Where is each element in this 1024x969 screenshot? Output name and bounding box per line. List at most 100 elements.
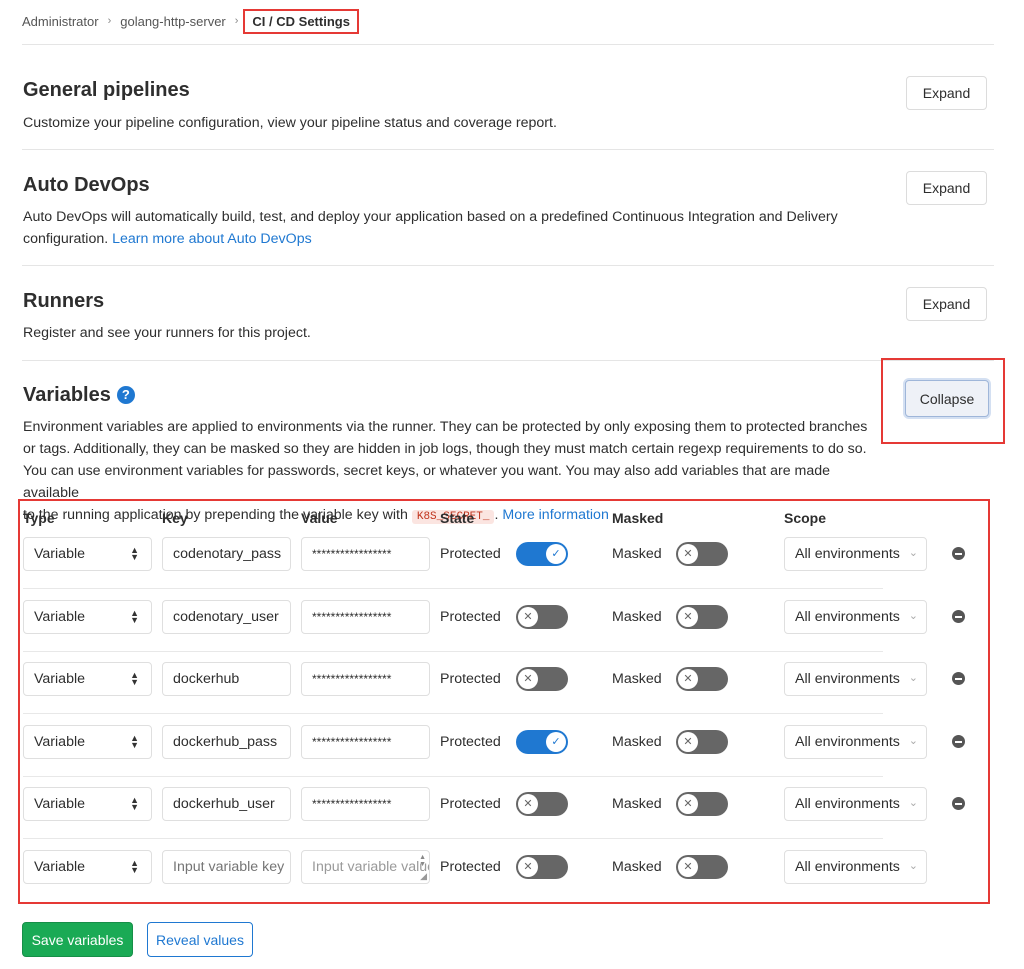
variable-type-value: Variable [34,796,85,812]
variable-type-value: Variable [34,671,85,687]
variable-key-input[interactable]: codenotary_pass [162,537,291,571]
protected-toggle[interactable]: ✕ [516,667,568,691]
environment-scope-select[interactable]: All environments ⌄ [784,600,927,634]
variable-value-input[interactable]: ***************** [301,600,430,634]
environment-scope-select[interactable]: All environments ⌄ [784,787,927,821]
resize-handle-icon[interactable]: ◢ [420,871,427,882]
remove-variable-icon[interactable] [952,797,965,810]
masked-toggle[interactable]: ✕ [676,730,728,754]
close-icon: ✕ [678,607,698,627]
masked-toggle[interactable]: ✕ [676,667,728,691]
breadcrumb-current[interactable]: CI / CD Settings [243,8,359,34]
variable-type-select[interactable]: Variable ▲ ▼ [23,600,152,634]
learn-more-auto-devops-link[interactable]: Learn more about Auto DevOps [112,231,312,247]
column-header-scope: Scope [784,510,827,526]
expand-runners-button[interactable]: Expand [906,287,987,321]
scope-value: All environments [795,671,900,687]
masked-label: Masked [612,734,662,750]
scope-value: All environments [795,859,900,875]
check-icon: ✓ [546,732,566,752]
expand-auto-devops-button[interactable]: Expand [906,171,987,205]
remove-variable-icon[interactable] [952,547,965,560]
section-desc-auto-devops: Auto DevOps will automatically build, te… [23,206,883,250]
variable-value-input[interactable]: ***************** [301,725,430,759]
breadcrumb-item-administrator[interactable]: Administrator [22,14,99,29]
section-desc-general-pipelines: Customize your pipeline configuration, v… [23,115,557,131]
variable-value-input[interactable]: ***************** [301,537,430,571]
masked-label: Masked [612,859,662,875]
auto-devops-desc-line1: Auto DevOps will automatically build, te… [23,209,838,225]
section-title-auto-devops: Auto DevOps [23,174,150,196]
breadcrumb: Administrator › golang-http-server › CI … [22,8,359,34]
column-header-masked: Masked [612,510,664,526]
column-header-state: State [440,510,475,526]
collapse-variables-button[interactable]: Collapse [905,380,989,417]
variable-key-input[interactable]: dockerhub_user [162,787,291,821]
variable-key-input[interactable]: dockerhub_pass [162,725,291,759]
save-variables-button[interactable]: Save variables [22,922,133,957]
chevron-down-icon: ⌄ [908,547,918,559]
masked-toggle[interactable]: ✕ [676,792,728,816]
variable-key-input[interactable]: dockerhub [162,662,291,696]
expand-general-pipelines-button[interactable]: Expand [906,76,987,110]
variable-type-value: Variable [34,734,85,750]
check-icon: ✓ [546,544,566,564]
column-header-type: Type [23,510,55,526]
chevron-down-icon: ⌄ [908,735,918,747]
masked-toggle[interactable]: ✕ [676,605,728,629]
divider [22,149,994,150]
protected-toggle[interactable]: ✓ [516,542,568,566]
masked-toggle[interactable]: ✕ [676,542,728,566]
question-circle-icon[interactable]: ? [116,386,135,404]
remove-variable-icon[interactable] [952,672,965,685]
protected-toggle[interactable]: ✕ [516,855,568,879]
variable-type-select[interactable]: Variable ▲ ▼ [23,787,152,821]
variable-type-select[interactable]: Variable ▲ ▼ [23,662,152,696]
variable-key-input[interactable]: codenotary_user [162,600,291,634]
protected-toggle[interactable]: ✕ [516,792,568,816]
scope-value: All environments [795,734,900,750]
protected-toggle[interactable]: ✓ [516,730,568,754]
masked-label: Masked [612,609,662,625]
masked-toggle[interactable]: ✕ [676,855,728,879]
row-divider [23,713,883,714]
breadcrumb-item-project[interactable]: golang-http-server [120,14,226,29]
row-divider [23,651,883,652]
chevron-down-icon: ⌄ [908,860,918,872]
variable-value-input[interactable]: ***************** [301,787,430,821]
environment-scope-select[interactable]: All environments ⌄ [784,537,927,571]
sort-arrows-icon: ▲ ▼ [130,545,139,562]
environment-scope-select[interactable]: All environments ⌄ [784,850,927,884]
masked-label: Masked [612,796,662,812]
new-variable-value-input[interactable]: Input variable value ▲ ▼ ◢ [301,850,430,884]
environment-scope-select[interactable]: All environments ⌄ [784,662,927,696]
masked-label: Masked [612,671,662,687]
variable-type-value: Variable [34,609,85,625]
column-header-value: Value [301,510,338,526]
reveal-values-button[interactable]: Reveal values [147,922,253,957]
environment-scope-select[interactable]: All environments ⌄ [784,725,927,759]
sort-arrows-icon: ▲ ▼ [130,795,139,812]
remove-variable-icon[interactable] [952,610,965,623]
protected-label: Protected [440,546,501,562]
divider [22,360,994,361]
divider [22,44,994,45]
variable-type-select[interactable]: Variable ▲ ▼ [23,537,152,571]
new-variable-type-select[interactable]: Variable ▲ ▼ [23,850,152,884]
variable-type-select[interactable]: Variable ▲ ▼ [23,725,152,759]
chevron-down-icon: ⌄ [908,797,918,809]
close-icon: ✕ [518,607,538,627]
protected-label: Protected [440,671,501,687]
sort-arrows-icon: ▲ ▼ [130,670,139,687]
section-desc-runners: Register and see your runners for this p… [23,325,311,341]
variables-desc-line3: You can use environment variables for pa… [23,463,831,501]
close-icon: ✕ [678,669,698,689]
chevron-down-icon: ⌄ [908,610,918,622]
column-header-key: Key [162,510,188,526]
variable-value-input[interactable]: ***************** [301,662,430,696]
protected-toggle[interactable]: ✕ [516,605,568,629]
variables-title-text: Variables [23,384,111,406]
remove-variable-icon[interactable] [952,735,965,748]
new-variable-key-input[interactable] [162,850,291,884]
close-icon: ✕ [518,794,538,814]
